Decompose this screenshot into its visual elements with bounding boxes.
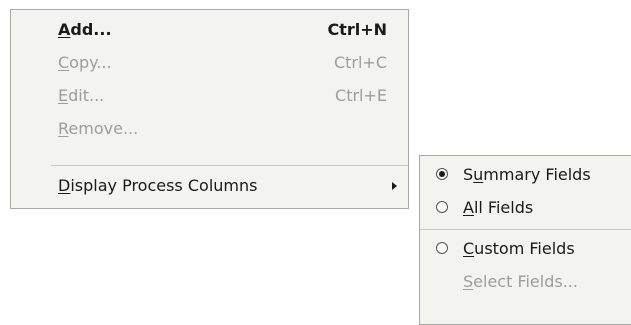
radio-checked-icon bbox=[436, 168, 448, 180]
submenu-separator bbox=[420, 229, 631, 230]
submenu-item-custom-fields-label: Custom Fields bbox=[463, 239, 575, 258]
menu-item-display-process-columns-label: Display Process Columns bbox=[58, 176, 258, 195]
radio-unchecked-icon bbox=[436, 201, 448, 213]
menu-item-add-shortcut: Ctrl+N bbox=[327, 20, 387, 39]
submenu-item-summary-fields-label: Summary Fields bbox=[463, 165, 591, 184]
submenu-item-select-fields: Select Fields... bbox=[420, 267, 631, 297]
menu-item-copy-shortcut: Ctrl+C bbox=[333, 53, 387, 72]
menu-item-remove-label: Remove... bbox=[58, 119, 139, 138]
menu-item-display-process-columns[interactable]: Display Process Columns bbox=[11, 171, 408, 201]
menu-separator bbox=[51, 165, 408, 166]
menu-item-copy-label: Copy... bbox=[58, 53, 112, 72]
submenu-item-select-fields-label: Select Fields... bbox=[463, 272, 578, 291]
submenu-item-custom-fields[interactable]: Custom Fields bbox=[420, 234, 631, 264]
submenu-arrow-icon bbox=[392, 182, 397, 190]
menu-item-copy: Copy... Ctrl+C bbox=[11, 48, 408, 78]
menu-item-add-label: Add... bbox=[58, 20, 112, 39]
menu-item-edit: Edit... Ctrl+E bbox=[11, 81, 408, 111]
menu-item-remove: Remove... bbox=[11, 114, 408, 144]
menu-item-edit-shortcut: Ctrl+E bbox=[335, 86, 387, 105]
display-process-columns-submenu: Summary Fields All Fields Custom Fields … bbox=[419, 155, 631, 325]
radio-unchecked-icon bbox=[436, 242, 448, 254]
menu-item-edit-label: Edit... bbox=[58, 86, 105, 105]
menu-item-add[interactable]: Add... Ctrl+N bbox=[11, 15, 408, 45]
submenu-item-all-fields[interactable]: All Fields bbox=[420, 193, 631, 223]
submenu-item-summary-fields[interactable]: Summary Fields bbox=[420, 160, 631, 190]
context-menu: Add... Ctrl+N Copy... Ctrl+C Edit... Ctr… bbox=[10, 9, 409, 209]
submenu-item-all-fields-label: All Fields bbox=[463, 198, 534, 217]
